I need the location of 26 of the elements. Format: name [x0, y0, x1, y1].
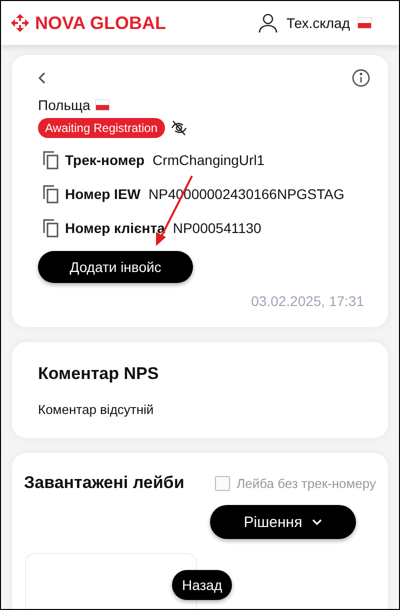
user-name[interactable]: Тех.склад: [286, 15, 350, 31]
flag-icon: [96, 100, 110, 110]
add-invoice-button[interactable]: Додати інвойс: [38, 251, 193, 283]
back-icon[interactable]: [38, 72, 46, 84]
field-label: Номер клієнта: [65, 220, 165, 236]
back-button[interactable]: Назад: [172, 570, 232, 600]
decision-dropdown[interactable]: Рішення: [210, 505, 356, 539]
eye-off-icon: [170, 120, 187, 136]
logo-text: NOVA GLOBAL: [35, 12, 166, 34]
country-name: Польща: [38, 97, 90, 113]
section-title: Коментар NPS: [38, 364, 160, 384]
user-icon[interactable]: [258, 13, 278, 33]
field-label: Трек-номер: [65, 152, 145, 168]
info-icon[interactable]: [352, 69, 370, 87]
comment-text: Коментар відсутній: [38, 402, 155, 417]
copy-icon[interactable]: [42, 184, 60, 204]
date-text: 03.02.2025, 17:31: [250, 293, 364, 309]
field-value: NP000541130: [172, 220, 262, 236]
field-value: CrmChangingUrl1: [152, 152, 265, 168]
logo-icon: [11, 14, 29, 32]
copy-icon[interactable]: [42, 150, 60, 170]
chevron-down-icon: [312, 519, 322, 525]
section-title: Завантажені лейби: [24, 473, 184, 493]
status-badge: Awaiting Registration: [38, 118, 165, 138]
field-label: Номер IEW: [65, 186, 141, 202]
copy-icon[interactable]: [42, 218, 60, 238]
